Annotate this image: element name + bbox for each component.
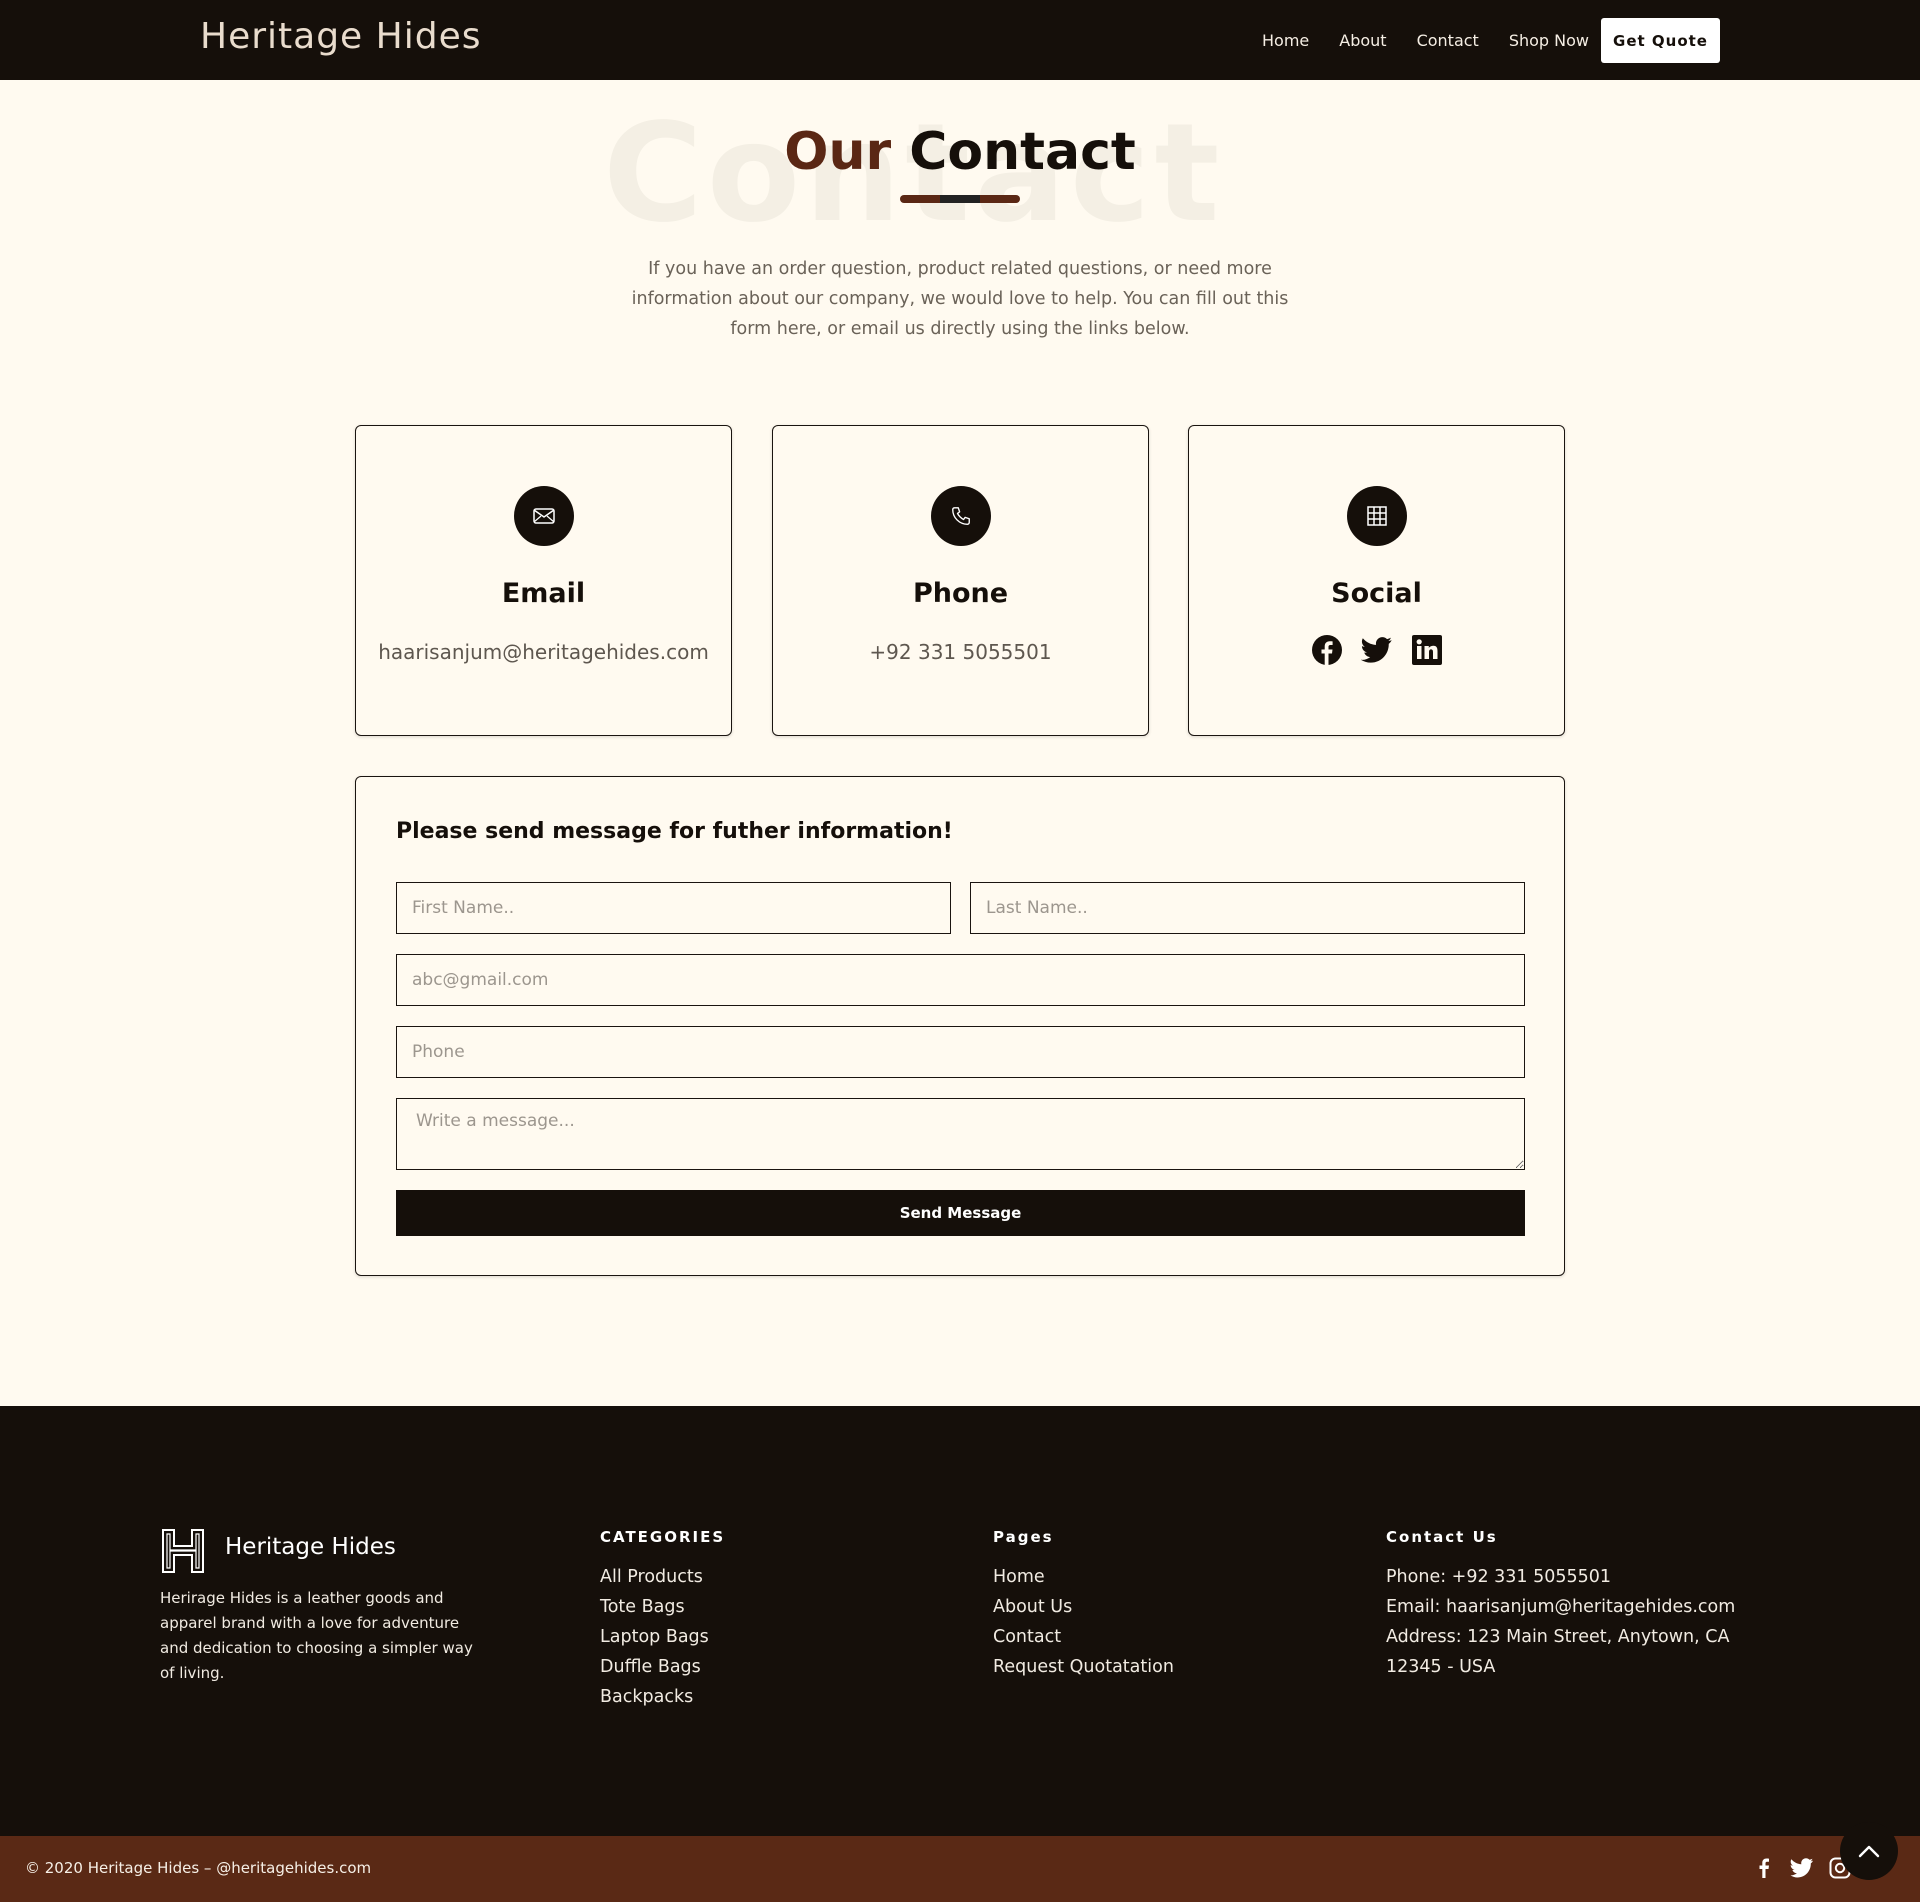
footer-category-link[interactable]: Laptop Bags: [600, 1622, 725, 1652]
nav-links: Home About Contact Shop Now: [1262, 0, 1589, 80]
page-title-contact: Contact: [909, 122, 1136, 182]
title-underline: [900, 195, 1020, 203]
nav-link-about[interactable]: About: [1339, 31, 1386, 50]
message-textarea[interactable]: [396, 1098, 1525, 1170]
footer-contact-email[interactable]: Email: haarisanjum@heritagehides.com: [1386, 1592, 1735, 1622]
social-card: Social: [1188, 425, 1565, 736]
social-links: [1189, 634, 1564, 666]
footer-brand: Heritage Hides: [225, 1534, 396, 1560]
brand-logo-text[interactable]: Heritage Hides: [200, 16, 481, 57]
page-title: Our Contact: [0, 122, 1920, 182]
phone-card-title: Phone: [912, 578, 1009, 609]
scroll-to-top-button[interactable]: [1840, 1822, 1898, 1880]
contact-form: Please send message for futher informati…: [355, 776, 1565, 1276]
email-card-value[interactable]: haarisanjum@heritagehides.com: [356, 640, 731, 664]
intro-text: If you have an order question, product r…: [631, 259, 1289, 339]
footer-category-link[interactable]: Backpacks: [600, 1682, 725, 1712]
page-title-our: Our: [784, 122, 892, 182]
email-card: Email haarisanjum@heritagehides.com: [355, 425, 732, 736]
facebook-icon[interactable]: [1752, 1856, 1776, 1880]
last-name-input[interactable]: [970, 882, 1525, 934]
bottom-bar: © 2020 Heritage Hides – @heritagehides.c…: [0, 1836, 1920, 1902]
footer-contact: Contact Us Phone: +92 331 5055501 Email:…: [1386, 1528, 1735, 1682]
nav-link-contact[interactable]: Contact: [1417, 31, 1479, 50]
nav-link-shop-now[interactable]: Shop Now: [1509, 31, 1589, 50]
social-card-title: Social: [1331, 578, 1422, 609]
top-navbar: Heritage Hides Home About Contact Shop N…: [0, 0, 1920, 80]
phone-input[interactable]: [396, 1026, 1525, 1078]
grid-icon: [1347, 486, 1407, 546]
phone-card-value[interactable]: +92 331 5055501: [773, 640, 1148, 664]
footer-page-link[interactable]: Home: [993, 1562, 1174, 1592]
footer-logo-icon: [160, 1528, 206, 1574]
footer-page-link[interactable]: About Us: [993, 1592, 1174, 1622]
copyright-text: © 2020 Heritage Hides – @heritagehides.c…: [25, 1859, 372, 1877]
facebook-icon[interactable]: [1311, 634, 1343, 666]
footer: Heritage Hides Herirage Hides is a leath…: [0, 1406, 1920, 1836]
footer-category-link[interactable]: All Products: [600, 1562, 725, 1592]
footer-about-text: Herirage Hides is a leather goods and ap…: [160, 1589, 473, 1682]
twitter-icon[interactable]: [1360, 634, 1393, 666]
phone-card: Phone +92 331 5055501: [772, 425, 1149, 736]
footer-categories-heading: CATEGORIES: [600, 1528, 726, 1546]
form-title: Please send message for futher informati…: [396, 819, 953, 844]
envelope-icon: [514, 486, 574, 546]
footer-category-link[interactable]: Tote Bags: [600, 1592, 725, 1622]
phone-icon: [931, 486, 991, 546]
get-quote-button[interactable]: Get Quote: [1601, 18, 1720, 63]
footer-category-link[interactable]: Duffle Bags: [600, 1652, 725, 1682]
chevron-up-icon: [1858, 1845, 1880, 1858]
nav-link-home[interactable]: Home: [1262, 31, 1309, 50]
footer-contact-heading: Contact Us: [1386, 1528, 1498, 1546]
footer-pages-heading: Pages: [993, 1528, 1054, 1546]
bottom-social-links: [1752, 1856, 1852, 1880]
footer-contact-zip: 12345 - USA: [1386, 1657, 1496, 1677]
footer-pages: Pages Home About Us Contact Request Quot…: [993, 1528, 1174, 1682]
footer-page-link[interactable]: Contact: [993, 1622, 1174, 1652]
twitter-icon[interactable]: [1790, 1856, 1814, 1880]
footer-contact-phone: Phone: +92 331 5055501: [1386, 1567, 1612, 1587]
footer-page-link[interactable]: Request Quotatation: [993, 1652, 1174, 1682]
email-card-title: Email: [501, 578, 586, 609]
footer-categories: CATEGORIES All Products Tote Bags Laptop…: [600, 1528, 725, 1712]
send-message-button[interactable]: Send Message: [396, 1190, 1525, 1236]
email-input[interactable]: [396, 954, 1525, 1006]
first-name-input[interactable]: [396, 882, 951, 934]
linkedin-icon[interactable]: [1411, 634, 1443, 666]
footer-contact-address: Address: 123 Main Street, Anytown, CA: [1386, 1627, 1730, 1647]
